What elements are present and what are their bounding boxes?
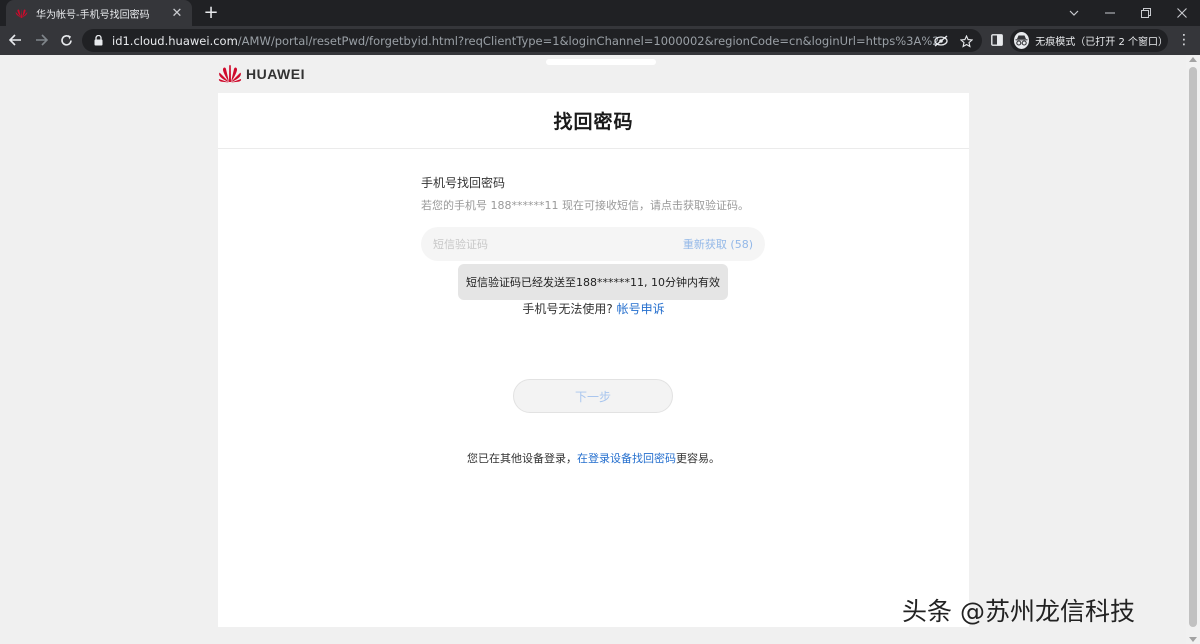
close-window-icon[interactable] (1164, 0, 1200, 26)
sms-sent-toast: 短信验证码已经发送至188******11, 10分钟内有效 (458, 264, 728, 300)
huawei-logo: HUAWEI (218, 64, 305, 83)
close-tab-icon[interactable]: ✕ (170, 6, 184, 21)
resend-code-button[interactable]: 重新获取 (58) (683, 236, 753, 252)
next-step-button[interactable]: 下一步 (513, 379, 673, 413)
phone-unusable-text: 手机号无法使用? (522, 302, 613, 316)
browser-tab[interactable]: 华为帐号-手机号找回密码 ✕ (6, 0, 192, 26)
incognito-indicator[interactable]: 无痕模式（已打开 2 个窗口） (1010, 29, 1168, 52)
incognito-label: 无痕模式（已打开 2 个窗口） (1035, 37, 1168, 48)
reload-icon[interactable] (55, 29, 77, 51)
top-decoration (546, 59, 656, 65)
section-title: 手机号找回密码 (421, 176, 506, 190)
huawei-logo-icon (218, 64, 242, 83)
incognito-icon (1014, 32, 1030, 49)
url-path: /AMW/portal/resetPwd/forgetbyid.html?req… (237, 33, 938, 48)
url-host: id1.cloud.huawei.com (112, 33, 238, 48)
other-device-suffix: 更容易。 (676, 452, 720, 465)
new-tab-button[interactable]: + (200, 2, 222, 24)
other-device-prefix: 您已在其他设备登录， (467, 452, 577, 465)
reset-password-card: 找回密码 手机号找回密码 若您的手机号 188******11 现在可接收短信，… (218, 93, 969, 627)
page-title: 找回密码 (553, 111, 634, 133)
scroll-up-arrow-icon[interactable] (1189, 57, 1197, 62)
browser-toolbar: id1.cloud.huawei.com /AMW/portal/resetPw… (0, 26, 1200, 55)
restore-window-icon[interactable] (1128, 0, 1164, 26)
next-step-label: 下一步 (574, 389, 611, 404)
recover-on-device-link[interactable]: 在登录设备找回密码 (577, 452, 676, 465)
back-arrow-icon[interactable] (4, 29, 26, 51)
eye-slash-icon[interactable] (933, 33, 949, 49)
account-appeal-link[interactable]: 帐号申诉 (617, 302, 665, 316)
tab-title: 华为帐号-手机号找回密码 (36, 9, 150, 21)
page-scrollbar[interactable] (1186, 55, 1200, 644)
address-bar[interactable]: id1.cloud.huawei.com /AMW/portal/resetPw… (82, 29, 982, 52)
phone-unusable-row: 手机号无法使用? 帐号申诉 (218, 300, 969, 317)
other-device-hint: 您已在其他设备登录，在登录设备找回密码更容易。 (218, 450, 969, 466)
card-header: 找回密码 (218, 93, 969, 149)
minimize-window-icon[interactable] (1092, 0, 1128, 26)
logo-text: HUAWEI (246, 65, 305, 82)
bookmark-star-icon[interactable] (958, 33, 974, 49)
lock-icon[interactable] (92, 35, 104, 47)
scroll-thumb[interactable] (1189, 67, 1197, 627)
tab-bar: 华为帐号-手机号找回密码 ✕ + (0, 0, 1200, 26)
sms-code-input[interactable]: 短信验证码 重新获取 (58) (421, 227, 765, 261)
toast-text: 短信验证码已经发送至188******11, 10分钟内有效 (466, 276, 720, 289)
huawei-favicon-icon (14, 6, 28, 20)
sms-code-placeholder: 短信验证码 (433, 238, 488, 251)
section-description: 若您的手机号 188******11 现在可接收短信，请点击获取验证码。 (421, 199, 749, 212)
scroll-down-arrow-icon[interactable] (1189, 637, 1197, 642)
more-menu-icon[interactable]: ⋮ (1176, 31, 1192, 49)
watermark-text: 头条 @苏州龙信科技 (902, 597, 1135, 626)
tab-search-chevron-icon[interactable] (1056, 0, 1092, 26)
side-panel-icon[interactable] (986, 29, 1008, 51)
forward-arrow-icon[interactable] (30, 29, 52, 51)
